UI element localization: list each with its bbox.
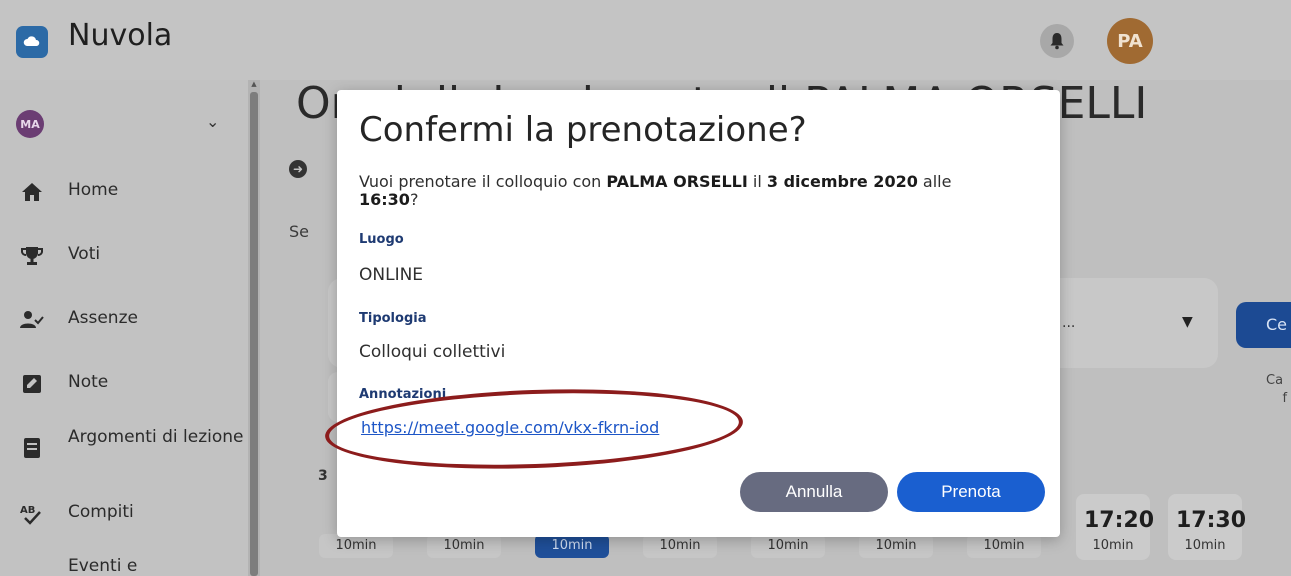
question-text: il [747,172,767,191]
sidebar-item-label: Compiti [68,502,134,522]
slot-time: 17:20 [1084,508,1155,533]
date-heading: 3 [318,468,328,484]
slot-duration: 10min [1092,538,1134,553]
sidebar-item-argomenti[interactable]: Argomenti di lezione [0,426,248,470]
svg-text:AB: AB [20,505,35,516]
user-check-icon [20,308,44,332]
luogo-label: Luogo [359,232,404,247]
sidebar-item-home[interactable]: Home [0,170,248,214]
tipologia-value: Colloqui collettivi [359,342,506,362]
select-value[interactable]: ... [1062,315,1075,331]
slot-duration[interactable]: 10min [319,534,393,558]
sidebar-item-label: Home [68,180,119,200]
sidebar-item-label: Voti [68,244,101,264]
trophy-icon [20,244,44,268]
question-text: Vuoi prenotare il colloquio con [359,172,607,191]
question-text: alle [917,172,952,191]
scroll-up-icon[interactable]: ▲ [250,80,258,90]
user-avatar[interactable]: PA [1107,18,1153,64]
background-text: Se [289,222,309,241]
dialog-title: Confermi la prenotazione? [359,110,807,150]
sidebar-item-assenze[interactable]: Assenze [0,298,248,342]
meeting-link[interactable]: https://meet.google.com/vkx-fkrn-iod [361,418,659,437]
sidebar-item-compiti[interactable]: AB Compiti [0,492,248,536]
slot-duration[interactable]: 10min [859,534,933,558]
question-text: ? [409,190,419,209]
app-title[interactable]: Nuvola [68,18,172,53]
slot-duration[interactable]: 10min [967,534,1041,558]
top-bar: Nuvola PA [0,0,1291,80]
booking-date: 3 dicembre 2020 [766,172,918,191]
sidebar-item-note[interactable]: Note [0,362,248,406]
sidebar-item-label: Note [68,372,109,392]
back-arrow-icon[interactable]: ➜ [289,160,307,178]
confirm-dialog: Confermi la prenotazione? Vuoi prenotare… [323,90,1060,537]
abc-check-icon: AB [20,502,44,526]
sidebar-user-avatar[interactable]: MA [16,110,44,138]
sidebar-item-eventi[interactable]: Eventi e [0,550,248,576]
booking-time: 16:30 [359,190,410,209]
caret-down-icon[interactable]: ▼ [1182,314,1193,330]
note-icon [20,372,44,396]
sidebar-scroll-thumb[interactable] [250,92,258,576]
slot-duration[interactable]: 10min [643,534,717,558]
book-icon [20,436,44,460]
teacher-name: PALMA ORSELLI [606,172,748,191]
slot-duration[interactable]: 10min [751,534,825,558]
slot-duration: 10min [1184,538,1226,553]
cancel-button[interactable]: Annulla [740,472,888,512]
slot-time: 17:30 [1176,508,1247,533]
bell-icon[interactable] [1040,24,1074,58]
dialog-question: Vuoi prenotare il colloquio con PALMA OR… [359,173,1009,209]
slot-duration[interactable]: 10min [427,534,501,558]
luogo-value: ONLINE [359,265,424,285]
home-icon [20,180,44,204]
sidebar-item-label: Argomenti di lezione [68,427,244,447]
sidebar-item-label: Eventi e [68,556,138,576]
tipologia-label: Tipologia [359,311,427,326]
cloud-icon[interactable] [16,26,48,58]
search-button[interactable]: Ce [1236,302,1291,348]
side-note-line1: Ca [1266,373,1284,388]
side-note: Ca f [1266,372,1287,408]
slot-duration-selected[interactable]: 10min [535,534,609,558]
sidebar-item-label: Assenze [68,308,138,328]
sidebar: MA ⌄ Home Voti Assenze Note Argomenti di… [0,80,248,576]
side-note-line2: f [1282,391,1288,406]
folder-icon [20,572,44,576]
confirm-button[interactable]: Prenota [897,472,1045,512]
sidebar-item-voti[interactable]: Voti [0,234,248,278]
chevron-down-icon[interactable]: ⌄ [206,112,219,131]
